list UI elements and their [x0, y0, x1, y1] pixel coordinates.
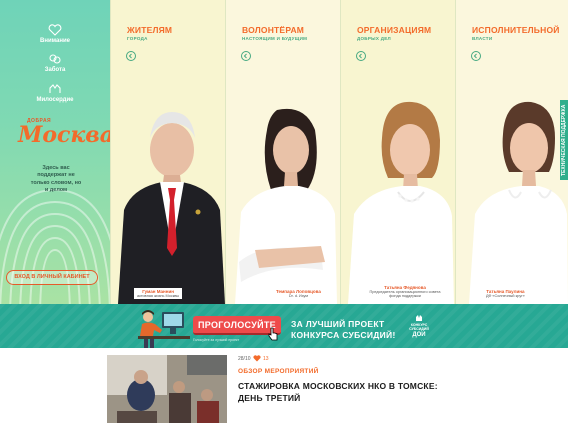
news-photo [107, 355, 227, 423]
vote-caption: Голосуйте за лучший проект [193, 338, 240, 342]
column-subtitle: ВЛАСТИ [472, 36, 493, 41]
sidebar-item-label: Милосердие [36, 97, 74, 103]
vote-banner[interactable]: ПРОГОЛОСУЙТЕ Голосуйте за лучший проект … [0, 304, 568, 348]
column-title: ИСПОЛНИТЕЛЬНОЙ [472, 25, 560, 35]
sidebar-item-attention[interactable]: Внимание [0, 24, 110, 44]
news-category[interactable]: ОБЗОР МЕРОПРИЯТИЙ [238, 368, 319, 375]
hand-icon [416, 315, 422, 321]
column-title: ЖИТЕЛЯМ [127, 25, 173, 35]
logo[interactable]: Москва [18, 122, 110, 148]
person-desc: ДФ «Солнечный круг» [486, 294, 525, 298]
heart-icon [48, 24, 62, 36]
column-subtitle: ДОБРЫХ ДЕЛ [357, 36, 391, 41]
arrow-circle-icon[interactable] [241, 51, 251, 61]
column-divider [340, 0, 341, 304]
page: Внимание Забота Милосердие ДОБРАЯ Москва… [0, 0, 568, 423]
contest-logo: КОНКУРС СУБСИДИЙ ДОИ [408, 314, 430, 339]
tagline: Здесь вас поддержат не только словом, но… [30, 165, 82, 194]
person-caption: Темпара Лоповцова Dr. d. Изум [273, 288, 324, 299]
sidebar-item-label: Забота [44, 67, 66, 73]
news-date: 28/10 [238, 356, 251, 362]
banner-pattern [0, 304, 568, 348]
sidebar-item-care[interactable]: Забота [0, 53, 110, 73]
person-desc: активная жизнь Москвы [137, 294, 180, 298]
hands-icon [49, 84, 61, 93]
column-subtitle: НАСТОЯЩИМ И БУДУЩИМ [242, 36, 308, 41]
tech-support-label: ТЕХНИЧЕСКАЯ ПОДДЕРЖКА [561, 104, 567, 176]
sidebar: Внимание Забота Милосердие ДОБРАЯ Москва… [0, 0, 110, 304]
column-title: ВОЛОНТЁРАМ [242, 25, 305, 35]
portrait-woman-brunette [469, 101, 568, 304]
news-title[interactable]: СТАЖИРОВКА МОСКОВСКИХ НКО В ТОМСКЕ: ДЕНЬ… [238, 381, 438, 405]
arrow-circle-icon[interactable] [471, 51, 481, 61]
column-residents[interactable]: ЖИТЕЛЯМ ГОРОДА Гуман Маннин активная жиз… [110, 0, 225, 304]
sidebar-item-mercy[interactable]: Милосердие [0, 83, 110, 103]
contest-logo-mark: ДОИ [412, 331, 426, 338]
tech-support-tab[interactable]: ТЕХНИЧЕСКАЯ ПОДДЕРЖКА [560, 100, 568, 180]
column-divider [110, 0, 111, 304]
news-likes-count: 13 [263, 356, 269, 362]
banner-headline-1: ЗА ЛУЧШИЙ ПРОЕКТ [291, 319, 385, 329]
column-subtitle: ГОРОДА [127, 36, 148, 41]
person-at-computer-illustration [138, 310, 190, 348]
column-divider [225, 0, 226, 304]
person-caption: Татьяна Паулина ДФ «Солнечный круг» [483, 288, 528, 299]
person-desc: Председатель организационного совета фон… [369, 290, 441, 298]
portrait-elderly-man [118, 112, 225, 304]
portrait-young-woman [235, 108, 337, 304]
sidebar-item-label: Внимание [40, 38, 70, 44]
cursor-hand-icon [268, 327, 278, 341]
arrow-circle-icon[interactable] [356, 51, 366, 61]
person-caption: Татьяна Федянова Председатель организаци… [366, 284, 444, 299]
cabinet-login-button[interactable]: ВХОД В ЛИЧНЫЙ КАБИНЕТ [6, 270, 98, 285]
person-caption: Гуман Маннин активная жизнь Москвы [134, 288, 183, 299]
portrait-woman-blonde [348, 101, 454, 304]
person-desc: Dr. d. Изум [288, 294, 308, 298]
column-divider [455, 0, 456, 304]
column-title: ОРГАНИЗАЦИЯМ [357, 25, 432, 35]
like-heart-icon[interactable] [253, 355, 261, 362]
banner-headline-2: КОНКУРСА СУБСИДИЙ! [291, 330, 396, 340]
column-organizations[interactable]: ОРГАНИЗАЦИЯМ ДОБРЫХ ДЕЛ Татьяна Федянова… [340, 0, 455, 304]
arrow-circle-icon[interactable] [126, 51, 136, 61]
care-icon [49, 54, 61, 64]
column-volunteers[interactable]: ВОЛОНТЁРАМ НАСТОЯЩИМ И БУДУЩИМ Темпара Л… [225, 0, 340, 304]
contest-logo-text: КОНКУРС СУБСИДИЙ [409, 323, 429, 332]
news-image[interactable] [107, 355, 227, 423]
column-authorities[interactable]: ИСПОЛНИТЕЛЬНОЙ ВЛАСТИ Татьяна Паулина ДФ… [455, 0, 568, 304]
